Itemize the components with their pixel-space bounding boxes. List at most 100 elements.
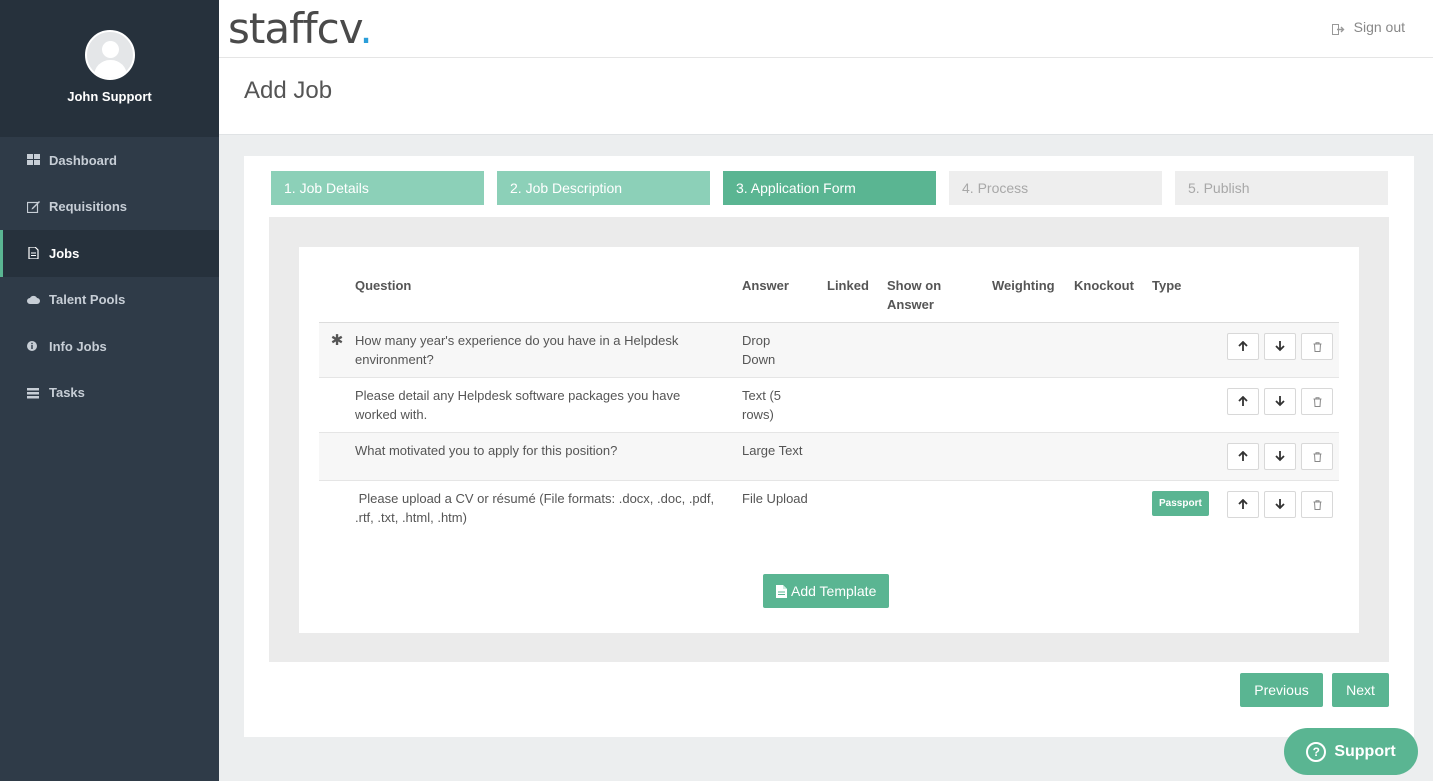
help-icon: ? (1306, 741, 1327, 762)
header-actions (1227, 267, 1339, 323)
show-on-answer-cell (887, 377, 992, 433)
required-icon (319, 377, 355, 433)
answer-type: Large Text (742, 432, 827, 481)
delete-button[interactable] (1301, 388, 1333, 415)
sidebar-item-requisitions[interactable]: Requisitions (0, 184, 219, 231)
trash-icon (1313, 396, 1321, 407)
sign-out-icon (1331, 22, 1345, 35)
knockout-cell (1074, 322, 1152, 378)
support-button[interactable]: ? Support (1284, 728, 1418, 775)
arrow-down-icon (1275, 341, 1285, 352)
header-weighting: Weighting (992, 267, 1074, 323)
sidebar-item-label: Dashboard (49, 152, 117, 168)
sidebar-item-label: Talent Pools (49, 292, 126, 308)
move-down-button[interactable] (1264, 333, 1296, 360)
sidebar-item-jobs[interactable]: Jobs (0, 230, 219, 277)
required-icon: ✱ (319, 322, 355, 378)
delete-button[interactable] (1301, 443, 1333, 470)
linked-cell (827, 432, 887, 481)
answer-type: Drop Down (742, 322, 827, 378)
linked-cell (827, 480, 887, 535)
header-required (319, 267, 355, 323)
add-template-label: Add Template (791, 583, 877, 599)
add-template-button[interactable]: Add Template (763, 574, 890, 608)
row-actions (1227, 322, 1339, 378)
sidebar-item-label: Tasks (49, 385, 85, 401)
sidebar-item-label: Requisitions (49, 199, 128, 215)
step-publish[interactable]: 5. Publish (1175, 171, 1388, 205)
answer-type: File Upload (742, 480, 827, 535)
type-cell (1152, 322, 1227, 378)
application-form-panel: Question Answer Linked Show on Answer We… (299, 247, 1359, 633)
logo[interactable]: staffcv. (228, 4, 373, 53)
show-on-answer-cell (887, 432, 992, 481)
sidebar-item-dashboard[interactable]: Dashboard (0, 137, 219, 184)
row-actions (1227, 432, 1339, 481)
logo-dot: . (359, 4, 372, 53)
document-icon (27, 246, 40, 260)
weighting-cell (992, 377, 1074, 433)
profile-name: John Support (67, 89, 152, 104)
required-icon (319, 480, 355, 535)
header-question: Question (355, 267, 742, 323)
weighting-cell (992, 322, 1074, 378)
knockout-cell (1074, 432, 1152, 481)
cloud-icon (27, 294, 40, 306)
trash-icon (1313, 341, 1321, 352)
sidebar-item-talent-pools[interactable]: Talent Pools (0, 277, 219, 324)
arrow-down-icon (1275, 396, 1285, 407)
knockout-cell (1074, 480, 1152, 535)
question-text[interactable]: How many year's experience do you have i… (355, 322, 742, 378)
table-header-row: Question Answer Linked Show on Answer We… (319, 267, 1339, 323)
logo-text: staffcv (228, 4, 360, 53)
question-text[interactable]: Please upload a CV or résumé (File forma… (355, 480, 742, 535)
move-down-button[interactable] (1264, 388, 1296, 415)
show-on-answer-cell (887, 480, 992, 535)
arrow-up-icon (1238, 341, 1248, 351)
step-process[interactable]: 4. Process (949, 171, 1162, 205)
move-up-button[interactable] (1227, 333, 1259, 360)
linked-cell (827, 377, 887, 433)
question-text[interactable]: Please detail any Helpdesk software pack… (355, 377, 742, 433)
tasks-icon (27, 387, 40, 399)
page-header: Add Job (219, 58, 1433, 135)
step-application-form[interactable]: 3. Application Form (723, 171, 936, 205)
required-icon (319, 432, 355, 481)
header-linked: Linked (827, 267, 887, 323)
wizard-steps: 1. Job Details 2. Job Description 3. App… (271, 171, 1388, 205)
previous-button[interactable]: Previous (1240, 673, 1323, 707)
table-row: ✱ How many year's experience do you have… (319, 322, 1339, 378)
delete-button[interactable] (1301, 491, 1333, 518)
type-cell: Passport (1152, 480, 1227, 535)
delete-button[interactable] (1301, 333, 1333, 360)
avatar[interactable] (84, 30, 135, 80)
topbar: staffcv. Sign out (219, 0, 1433, 58)
info-icon (27, 340, 40, 352)
question-text[interactable]: What motivated you to apply for this pos… (355, 432, 742, 481)
header-knockout: Knockout (1074, 267, 1152, 323)
weighting-cell (992, 432, 1074, 481)
row-actions (1227, 377, 1339, 433)
table-row: What motivated you to apply for this pos… (319, 432, 1339, 481)
weighting-cell (992, 480, 1074, 535)
row-actions (1227, 480, 1339, 535)
step-job-details[interactable]: 1. Job Details (271, 171, 484, 205)
table-row: Please upload a CV or résumé (File forma… (319, 480, 1339, 535)
questions-table: Question Answer Linked Show on Answer We… (319, 267, 1339, 535)
move-up-button[interactable] (1227, 388, 1259, 415)
sidebar-item-info-jobs[interactable]: Info Jobs (0, 323, 219, 370)
step-job-description[interactable]: 2. Job Description (497, 171, 710, 205)
move-down-button[interactable] (1264, 443, 1296, 470)
knockout-cell (1074, 377, 1152, 433)
move-down-button[interactable] (1264, 491, 1296, 518)
next-button[interactable]: Next (1332, 673, 1389, 707)
trash-icon (1313, 451, 1321, 462)
sign-out-link[interactable]: Sign out (1331, 19, 1405, 35)
main-card: 1. Job Details 2. Job Description 3. App… (244, 156, 1414, 737)
move-up-button[interactable] (1227, 491, 1259, 518)
sidebar-nav: Dashboard Requisitions Jobs Talent Pools… (0, 137, 219, 416)
sidebar-item-tasks[interactable]: Tasks (0, 370, 219, 417)
move-up-button[interactable] (1227, 443, 1259, 470)
arrow-up-icon (1238, 499, 1248, 509)
application-form-wrapper: Question Answer Linked Show on Answer We… (269, 217, 1389, 662)
